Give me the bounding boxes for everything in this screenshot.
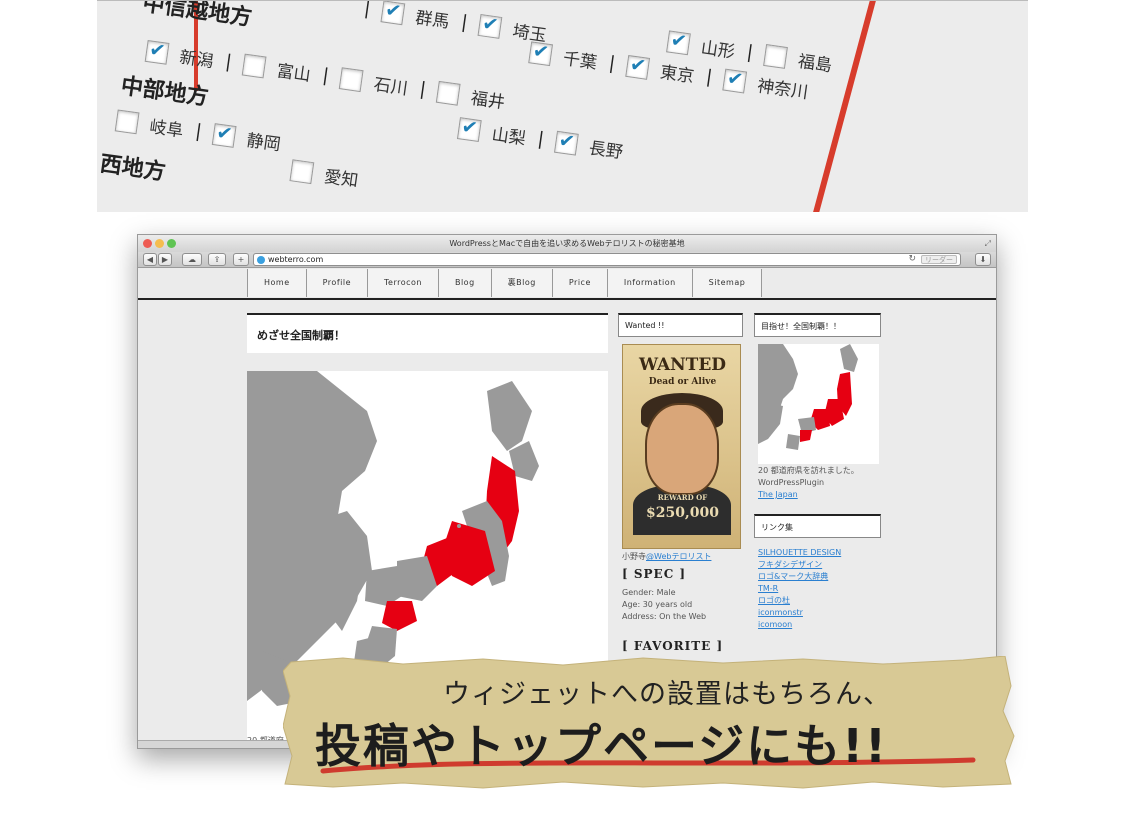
spec-age: Age: 30 years old — [622, 600, 693, 609]
checkbox-shizuoka[interactable] — [211, 122, 237, 148]
checkbox-ishikawa[interactable] — [338, 66, 364, 92]
spec-heading: [ SPEC ] — [622, 567, 687, 581]
zenkoku-widget-title: 目指せ！全国制覇！！ — [754, 313, 881, 337]
site-nav: Home Profile Terrocon Blog 裏Blog Price I… — [247, 269, 763, 297]
author-link[interactable]: @Webテロリスト — [646, 552, 711, 561]
checkbox-aichi[interactable] — [289, 158, 315, 184]
nav-blog[interactable]: Blog — [438, 269, 492, 297]
fullscreen-icon[interactable]: ⤢ — [985, 235, 991, 252]
downloads-button[interactable]: ⬇ — [975, 253, 991, 266]
checkbox-yamanashi[interactable] — [457, 116, 482, 142]
prefecture-checkbox-row: | 群馬 | 埼玉 — [362, 1, 548, 46]
back-button[interactable]: ◀ — [143, 253, 157, 266]
banner-line-2: 投稿やトップページにも!! — [315, 719, 889, 773]
checkbox-nagano[interactable] — [554, 130, 579, 156]
plugin-link[interactable]: The Japan — [758, 489, 798, 501]
link-item[interactable]: ロゴ&マーク大辞典 — [758, 571, 828, 583]
link-item[interactable]: iconmonstr — [758, 607, 803, 619]
banner-line-1: ウィジェットへの設置はもちろん、 — [443, 679, 891, 710]
checkbox-niigata[interactable] — [144, 39, 170, 65]
poster-amount: $250,000 — [645, 505, 720, 521]
nav-information[interactable]: Information — [607, 269, 693, 297]
new-tab-button[interactable]: + — [233, 253, 249, 266]
link-item[interactable]: TM-R — [758, 583, 778, 595]
region-heading-chushinetsu: 中信越地方 — [141, 0, 254, 32]
checkbox-fukushima[interactable] — [763, 43, 789, 69]
nav-home[interactable]: Home — [248, 269, 307, 297]
share-button[interactable]: ⇪ — [208, 253, 226, 266]
close-window-button[interactable] — [143, 239, 152, 248]
nav-price[interactable]: Price — [552, 269, 608, 297]
checkbox-chiba[interactable] — [528, 40, 554, 66]
nav-sitemap[interactable]: Sitemap — [692, 269, 763, 297]
url-text: webterro.com — [268, 255, 324, 264]
reader-button[interactable]: リーダー — [921, 255, 957, 264]
checkbox-toyama[interactable] — [241, 53, 267, 78]
wanted-widget-title: Wanted !! — [618, 313, 743, 337]
site-favicon-icon — [257, 256, 265, 264]
region-heading-chubu: 中部地方 — [119, 73, 210, 111]
forward-button[interactable]: ▶ — [158, 253, 172, 266]
wanted-poster-image: WANTED Dead or Alive REWARD OF $250,000 — [622, 344, 741, 549]
checkbox-fukui[interactable] — [436, 80, 461, 106]
prefecture-checkbox-row: 愛知 — [289, 157, 360, 191]
poster-title: WANTED — [638, 355, 727, 375]
title-bar: WordPressとMacで自由を追い求めるWebテロリストの秘密基地 ⤢ — [138, 235, 996, 252]
visited-count-text: 20 都道府県を訪れました。 — [758, 466, 859, 475]
nav-divider — [138, 298, 996, 300]
checkbox-gunma[interactable] — [380, 1, 406, 25]
post-title: めざせ全国制覇！ — [247, 313, 608, 353]
japan-mini-map-graphic — [758, 344, 858, 450]
checkbox-yamagata[interactable] — [666, 29, 691, 55]
icloud-tabs-button[interactable]: ☁ — [182, 253, 202, 266]
nav-ura-blog[interactable]: 裏Blog — [491, 269, 553, 297]
link-item[interactable]: SILHOUETTE DESIGN — [758, 547, 841, 559]
poster-subtitle: Dead or Alive — [648, 377, 717, 387]
nav-terrocon[interactable]: Terrocon — [368, 269, 439, 297]
caricature-face — [645, 403, 719, 495]
prefecture-checkbox-row: 岐阜 | 静岡 — [114, 107, 283, 155]
favorite-heading: [ FAVORITE ] — [622, 639, 724, 653]
link-item[interactable]: ロゴの杜 — [758, 595, 790, 607]
spec-address: Address: On the Web — [622, 612, 707, 621]
prefecture-checkbox-row: 山梨 | 長野 — [457, 115, 625, 163]
zoom-window-button[interactable] — [167, 239, 176, 248]
region-heading-kansai: 西地方 — [98, 151, 168, 186]
promo-banner: ウィジェットへの設置はもちろん、 投稿やトップページにも!! — [283, 656, 1016, 789]
links-widget-title: リンク集 — [754, 514, 881, 538]
japan-mini-map — [758, 344, 879, 464]
window-title: WordPressとMacで自由を追い求めるWebテロリストの秘密基地 — [449, 239, 685, 248]
plugin-text: WordPressPlugin — [758, 478, 825, 487]
browser-toolbar: ◀ ▶ ☁ ⇪ + webterro.com ↻ リーダー ⬇ — [138, 252, 996, 268]
checkbox-gifu[interactable] — [114, 108, 140, 134]
nav-profile[interactable]: Profile — [306, 269, 368, 297]
checkbox-tokyo[interactable] — [625, 54, 651, 80]
link-item[interactable]: フキダシデザイン — [758, 559, 822, 571]
link-item[interactable]: icomoon — [758, 619, 792, 631]
reload-icon[interactable]: ↻ — [908, 254, 916, 265]
poster-reward: REWARD OF — [657, 493, 708, 502]
prefecture-checklist-zoom: 中信越地方 | 群馬 | 埼玉 山形 | 福島 新潟 | 富山 | 石川 | 福… — [97, 0, 1028, 212]
author-line: 小野寺@Webテロリスト — [622, 552, 712, 561]
checkbox-saitama[interactable] — [477, 13, 503, 39]
address-bar[interactable]: webterro.com ↻ リーダー — [253, 253, 961, 266]
spec-gender: Gender: Male — [622, 588, 676, 597]
minimize-window-button[interactable] — [155, 239, 164, 248]
checkbox-kanagawa[interactable] — [722, 68, 748, 93]
